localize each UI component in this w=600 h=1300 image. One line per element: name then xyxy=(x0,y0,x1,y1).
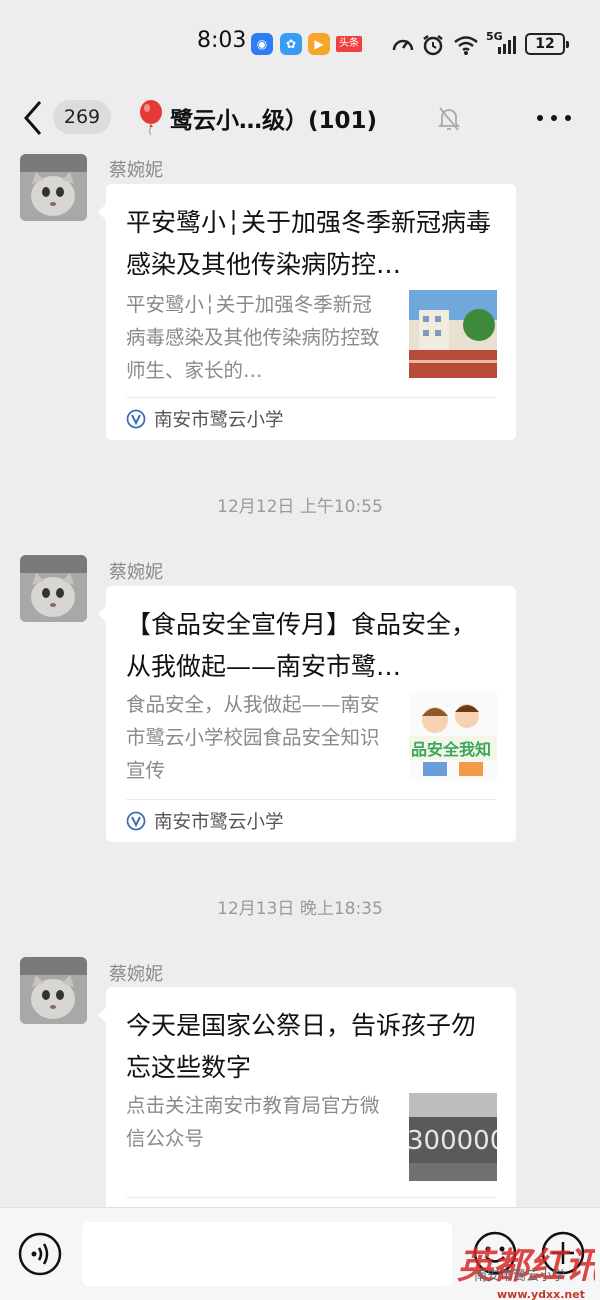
chat-title: 鹭云小…级）(101) xyxy=(170,108,378,134)
article-description: 食品安全，从我做起——南安市鹭云小学校园食品安全知识宣传 xyxy=(126,693,380,782)
article-thumbnail: 品安全我知 xyxy=(409,692,497,780)
alarm-icon xyxy=(423,35,443,56)
avatar[interactable] xyxy=(20,154,87,221)
unread-count-badge[interactable]: 269 xyxy=(53,100,111,134)
battery-indicator: 12 xyxy=(525,33,569,55)
official-account-icon xyxy=(126,409,146,429)
article-title: 今天是国家公祭日，告诉孩子勿忘这些数字 xyxy=(126,1011,477,1082)
article-description: 平安鹭小╎关于加强冬季新冠病毒感染及其他传染病防控致师生、家长的… xyxy=(126,293,380,382)
wifi-icon xyxy=(454,36,478,55)
article-card[interactable]: 平安鹭小╎关于加强冬季新冠病毒感染及其他传染病防控… 平安鹭小╎关于加强冬季新冠… xyxy=(98,184,516,440)
mute-bell-icon xyxy=(437,107,461,131)
article-title: 【食品安全宣传月】食品安全，从我做起——南安市鹭… xyxy=(126,610,477,681)
sender-name: 蔡婉妮 xyxy=(109,964,163,985)
avatar[interactable] xyxy=(20,957,87,1024)
article-thumbnail xyxy=(409,290,497,378)
balloon-icon xyxy=(140,100,162,136)
article-title: 平安鹭小╎关于加强冬季新冠病毒感染及其他传染病防控… xyxy=(126,208,492,279)
back-button[interactable] xyxy=(18,98,50,138)
thumbnail-text: 300000 xyxy=(409,1126,497,1156)
article-card[interactable]: 【食品安全宣传月】食品安全，从我做起——南安市鹭… 食品安全，从我做起——南安市… xyxy=(98,586,516,842)
chat-title-group[interactable]: 鹭云小…级）(101) xyxy=(138,98,377,138)
article-description: 点击关注南安市教育局官方微信公众号 xyxy=(126,1094,380,1150)
voice-input-button[interactable] xyxy=(17,1231,63,1277)
more-options-button[interactable] xyxy=(534,110,574,126)
video-app-icon: ▶ xyxy=(308,33,330,55)
qq-browser-icon: ✿ xyxy=(280,33,302,55)
toutiao-icon: 头条 xyxy=(336,36,362,52)
input-bar xyxy=(0,1207,600,1300)
avatar[interactable] xyxy=(20,555,87,622)
signal-icon xyxy=(498,36,516,54)
chat-header: 269 鹭云小…级）(101) xyxy=(0,80,600,156)
sender-name: 蔡婉妮 xyxy=(109,562,163,583)
watermark-url: www.ydxx.net xyxy=(497,1288,585,1300)
browser-app-icon: ◉ xyxy=(251,33,273,55)
message-input[interactable] xyxy=(82,1222,452,1286)
thumbnail-text: 品安全我知 xyxy=(411,740,491,759)
message-timestamp: 12月12日 上午10:55 xyxy=(217,497,383,517)
article-source-name: 南安市鹭云小学 xyxy=(154,812,284,833)
status-time: 8:03 xyxy=(197,28,247,53)
article-card[interactable]: 今天是国家公祭日，告诉孩子勿忘这些数字 点击关注南安市教育局官方微信公众号 30… xyxy=(98,987,516,1217)
status-bar: 8:03 ◉ ✿ ▶ 头条 5G 12 xyxy=(0,0,600,80)
watermark-caption: 南安市鹭云小学 xyxy=(474,1269,566,1284)
article-source-name: 南安市鹭云小学 xyxy=(154,410,284,431)
speed-icon xyxy=(392,39,414,51)
article-thumbnail: 300000 xyxy=(409,1093,497,1181)
official-account-icon xyxy=(126,811,146,831)
article-source[interactable]: 南安市鹭云小学 xyxy=(126,406,284,432)
article-source[interactable]: 南安市鹭云小学 xyxy=(126,808,284,834)
message-timestamp: 12月13日 晚上18:35 xyxy=(217,899,383,919)
sender-name: 蔡婉妮 xyxy=(109,160,163,181)
